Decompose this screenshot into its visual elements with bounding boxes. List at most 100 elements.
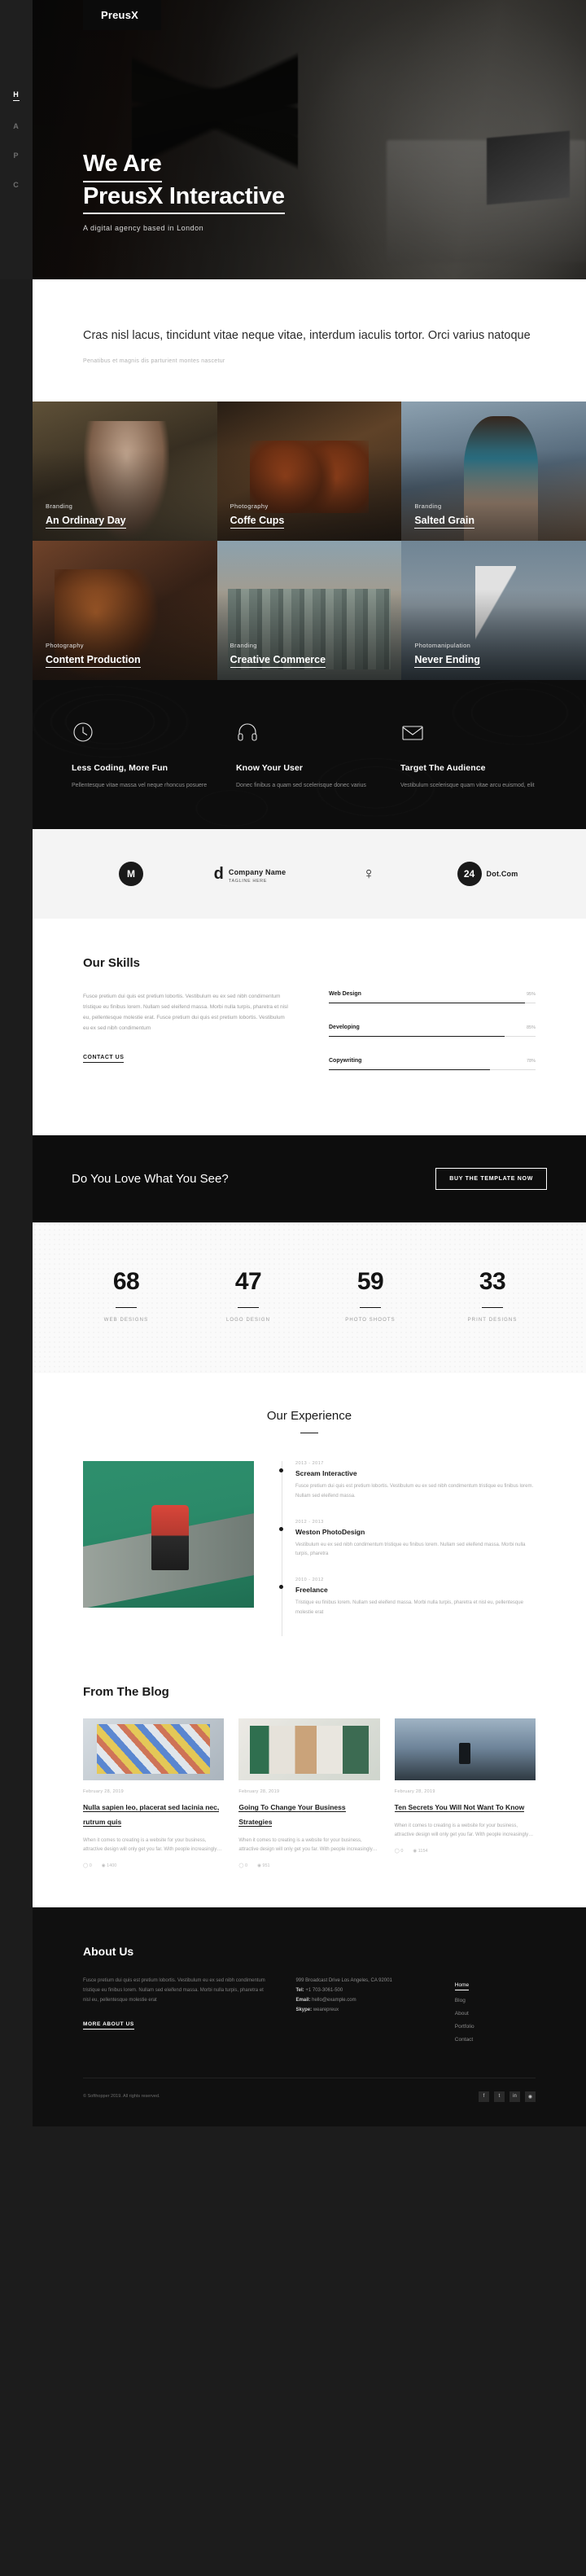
portfolio-title[interactable]: An Ordinary Day bbox=[46, 515, 126, 529]
headphone-icon bbox=[236, 721, 383, 745]
feature-card: Target The Audience Vestibulum scelerisq… bbox=[400, 721, 547, 792]
wordmark-icon: d bbox=[213, 864, 224, 883]
instagram-icon[interactable]: ◉ bbox=[525, 2091, 536, 2102]
stat-label: WEB DESIGNS bbox=[103, 1318, 149, 1323]
blog-post-title[interactable]: Nulla sapien leo, placerat sed lacinia n… bbox=[83, 1802, 220, 1827]
portfolio-title[interactable]: Coffe Cups bbox=[230, 515, 285, 529]
feature-card: Know Your User Donec finibus a quam sed … bbox=[236, 721, 383, 792]
stat-underline bbox=[238, 1307, 259, 1309]
skills-paragraph: Fusce pretium dui quis est pretium lobor… bbox=[83, 994, 288, 1032]
experience-photo bbox=[83, 1461, 254, 1608]
page-root: H A P C PreusX We Are PreusX Interactive… bbox=[0, 0, 586, 2576]
monogram-icon: M bbox=[119, 862, 143, 887]
client-logo[interactable]: M bbox=[119, 862, 143, 887]
portfolio-item[interactable]: Branding Salted Grain bbox=[401, 402, 586, 542]
client-logos-section: M d Company Name TAGLINE HERE ♀ 24 Dot.C… bbox=[33, 829, 586, 919]
feature-title: Target The Audience bbox=[400, 763, 486, 774]
timeline-years: 2012 - 2013 bbox=[295, 1519, 324, 1525]
portfolio-category: Photography bbox=[46, 642, 84, 650]
blog-post-card[interactable]: February 28, 2019 Nulla sapien leo, plac… bbox=[83, 1718, 225, 1868]
hero-section: PreusX We Are PreusX Interactive A digit… bbox=[33, 0, 586, 279]
linkedin-icon[interactable]: in bbox=[509, 2091, 520, 2102]
footer-about-text: Fusce pretium dui quis est pretium lobor… bbox=[83, 1977, 265, 2003]
stat-label: PHOTO SHOOTS bbox=[345, 1318, 396, 1323]
buy-template-button[interactable]: BUY THE TEMPLATE NOW bbox=[435, 1168, 547, 1191]
blog-thumbnail bbox=[238, 1718, 380, 1780]
footer-link-portfolio[interactable]: Portfolio bbox=[455, 2024, 536, 2030]
portfolio-category: Photomanipulation bbox=[414, 642, 471, 650]
footer-skype[interactable]: wearepreux bbox=[313, 2008, 339, 2012]
skill-bar: Copywriting 78% bbox=[329, 1058, 536, 1071]
stats-section: 68 WEB DESIGNS 47 LOGO DESIGN 59 PHOTO S… bbox=[33, 1222, 586, 1374]
footer-link-contact[interactable]: Contact bbox=[455, 2037, 536, 2043]
view-count-icon: ◉ 951 bbox=[257, 1863, 270, 1868]
portfolio-title[interactable]: Never Ending bbox=[414, 654, 480, 669]
blog-section: From The Blog February 28, 2019 Nulla sa… bbox=[33, 1668, 586, 1907]
sidebar-item-portfolio[interactable]: P bbox=[13, 151, 19, 160]
footer-title: About Us bbox=[83, 1944, 134, 1958]
hero-heading-line1: We Are bbox=[83, 150, 162, 182]
skills-title: Our Skills bbox=[83, 956, 141, 971]
stat-number: 33 bbox=[479, 1268, 506, 1296]
skills-section: Our Skills Fusce pretium dui quis est pr… bbox=[33, 919, 586, 1136]
footer-tel[interactable]: +1 703-3061-500 bbox=[305, 1988, 343, 1993]
blog-post-title[interactable]: Going To Change Your Business Strategies bbox=[238, 1802, 346, 1827]
blog-title: From The Blog bbox=[83, 1684, 169, 1699]
blog-post-title[interactable]: Ten Secrets You Will Not Want To Know bbox=[394, 1802, 525, 1812]
venus-glyph-icon: ♀ bbox=[362, 864, 375, 883]
stat-number: 59 bbox=[356, 1268, 384, 1296]
client-logo[interactable]: d Company Name TAGLINE HERE bbox=[214, 864, 286, 884]
hero-heading: We Are PreusX Interactive bbox=[83, 150, 285, 214]
portfolio-item[interactable]: Branding An Ordinary Day bbox=[33, 402, 217, 542]
client-logo[interactable]: 24 Dot.Com bbox=[457, 862, 518, 887]
blog-date: February 28, 2019 bbox=[238, 1788, 280, 1794]
portfolio-item[interactable]: Photomanipulation Never Ending bbox=[401, 541, 586, 681]
hero-subtitle: A digital agency based in London bbox=[83, 224, 204, 232]
contact-us-link[interactable]: CONTACT US bbox=[83, 1055, 125, 1064]
timeline-item: 2012 - 2013 Weston PhotoDesign Vestibulu… bbox=[279, 1519, 536, 1560]
footer-contact-col: 999 Broadcast Drive Los Angeles, CA 9200… bbox=[295, 1976, 430, 2050]
portfolio-category: Branding bbox=[414, 502, 442, 511]
footer-email[interactable]: hello@example.com bbox=[312, 1998, 356, 2003]
blog-post-card[interactable]: February 28, 2019 Ten Secrets You Will N… bbox=[394, 1718, 536, 1868]
sidebar-item-about[interactable]: A bbox=[13, 122, 20, 130]
feature-text: Donec finibus a quam sed scelerisque don… bbox=[236, 783, 366, 789]
stat-item: 59 PHOTO SHOOTS bbox=[309, 1268, 431, 1323]
client-logo[interactable]: ♀ bbox=[363, 865, 375, 884]
portfolio-item[interactable]: Photography Content Production bbox=[33, 541, 217, 681]
stat-item: 47 LOGO DESIGN bbox=[187, 1268, 309, 1323]
comment-count-icon: ◯ 0 bbox=[83, 1863, 92, 1868]
timeline-item: 2013 - 2017 Scream Interactive Fusce pre… bbox=[279, 1461, 536, 1501]
sidebar-item-contact[interactable]: C bbox=[13, 181, 20, 189]
feature-text: Vestibulum scelerisque quam vitae arcu e… bbox=[400, 783, 535, 789]
footer-link-about[interactable]: About bbox=[455, 2011, 536, 2016]
more-about-us-link[interactable]: MORE ABOUT US bbox=[83, 2021, 134, 2030]
portfolio-title[interactable]: Salted Grain bbox=[414, 515, 474, 529]
cta-banner: Do You Love What You See? BUY THE TEMPLA… bbox=[33, 1135, 586, 1223]
portfolio-item[interactable]: Branding Creative Commerce bbox=[216, 541, 402, 681]
skill-percent: 85% bbox=[526, 1025, 536, 1031]
sidebar-item-home[interactable]: H bbox=[13, 90, 20, 101]
comment-count-icon: ◯ 0 bbox=[394, 1848, 404, 1854]
feature-text: Pellentesque vitae massa vel neque rhonc… bbox=[72, 783, 208, 789]
blog-post-card[interactable]: February 28, 2019 Going To Change Your B… bbox=[238, 1718, 380, 1868]
footer-about-col: Fusce pretium dui quis est pretium lobor… bbox=[83, 1976, 271, 2050]
portfolio-title[interactable]: Content Production bbox=[46, 654, 141, 669]
portfolio-title[interactable]: Creative Commerce bbox=[230, 654, 326, 669]
tel-label: Tel: bbox=[295, 1987, 304, 1993]
footer-link-blog[interactable]: Blog bbox=[455, 1998, 536, 2003]
timeline-role: Freelance bbox=[295, 1586, 328, 1595]
timeline-item: 2010 - 2012 Freelance Tristique eu finib… bbox=[279, 1578, 536, 1617]
skill-percent: 78% bbox=[526, 1059, 536, 1064]
twitter-icon[interactable]: t bbox=[494, 2091, 505, 2102]
portfolio-category: Branding bbox=[230, 642, 257, 650]
portfolio-item[interactable]: Photography Coffe Cups bbox=[216, 402, 402, 542]
footer-bottom-bar: © Softhopper 2019. All rights reserved. … bbox=[83, 2077, 536, 2102]
timeline-text: Tristique eu finibus lorem. Nullam sed e… bbox=[295, 1600, 523, 1615]
brand-logo[interactable]: PreusX bbox=[83, 0, 162, 30]
footer-link-home[interactable]: Home bbox=[454, 1982, 470, 1990]
view-count-icon: ◉ 1154 bbox=[413, 1848, 428, 1854]
blog-date: February 28, 2019 bbox=[83, 1788, 125, 1794]
facebook-icon[interactable]: f bbox=[479, 2091, 489, 2102]
stat-underline bbox=[116, 1307, 137, 1309]
